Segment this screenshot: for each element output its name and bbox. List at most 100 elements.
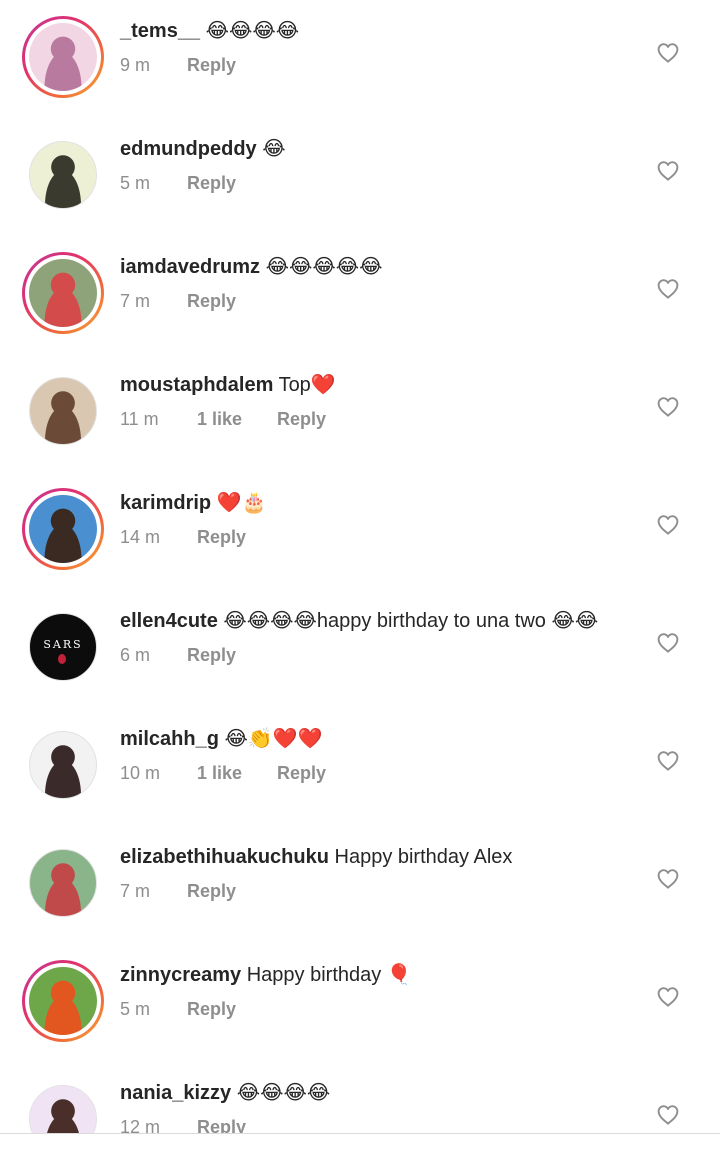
comment-username[interactable]: milcahh_g xyxy=(120,728,219,750)
comment-body: milcahh_g 😂👏❤️❤️ 10 m 1 like Reply xyxy=(120,722,630,790)
comment-timestamp: 12 m xyxy=(120,1117,161,1133)
comment-meta: 9 m Reply xyxy=(120,48,630,82)
comment-text: 😂👏❤️❤️ xyxy=(224,728,323,750)
avatar-inner xyxy=(22,134,104,216)
comment-body: karimdrip ❤️🎂 14 m Reply xyxy=(120,486,630,554)
reply-button[interactable]: Reply xyxy=(187,284,236,318)
like-heart-icon[interactable] xyxy=(656,41,680,65)
avatar-logo-mark xyxy=(58,654,66,664)
avatar-story-ring[interactable] xyxy=(22,16,104,98)
comment-likes-count[interactable]: 1 like xyxy=(197,402,277,436)
comment-line: elizabethihuakuchuku Happy birthday Alex xyxy=(120,840,630,874)
like-heart-icon[interactable] xyxy=(656,749,680,773)
comment-username[interactable]: moustaphdalem xyxy=(120,374,273,396)
comment-body: zinnycreamy Happy birthday 🎈 5 m Reply xyxy=(120,958,630,1026)
comment-body: nania_kizzy 😂😂😂😂 12 m Reply xyxy=(120,1076,630,1133)
comment-body: moustaphdalem Top❤️ 11 m 1 like Reply xyxy=(120,368,630,436)
avatar-story-ring[interactable] xyxy=(22,960,104,1042)
avatar-story-ring[interactable] xyxy=(22,488,104,570)
comment-timestamp: 10 m xyxy=(120,763,161,783)
avatar-frame[interactable] xyxy=(22,370,104,452)
like-heart-icon[interactable] xyxy=(656,867,680,891)
avatar-frame[interactable]: SARS xyxy=(22,606,104,688)
like-heart-icon[interactable] xyxy=(656,277,680,301)
comment-username[interactable]: ellen4cute xyxy=(120,610,218,632)
reply-button[interactable]: Reply xyxy=(187,874,236,908)
comment-row: milcahh_g 😂👏❤️❤️ 10 m 1 like Reply xyxy=(0,708,720,826)
comment-text: Top❤️ xyxy=(278,374,336,396)
comment-username[interactable]: _tems__ xyxy=(120,20,200,42)
comment-timestamp: 9 m xyxy=(120,55,151,75)
avatar-inner xyxy=(25,963,101,1039)
comment-text: ❤️🎂 xyxy=(216,492,267,514)
avatar[interactable]: SARS xyxy=(29,613,97,681)
avatar[interactable] xyxy=(29,495,97,563)
avatar[interactable] xyxy=(29,259,97,327)
comment-line: edmundpeddy 😂 xyxy=(120,132,630,166)
bottom-bar xyxy=(0,1134,720,1153)
like-heart-icon[interactable] xyxy=(656,395,680,419)
like-heart-icon[interactable] xyxy=(656,985,680,1009)
avatar-story-ring[interactable] xyxy=(22,252,104,334)
comment-text: 😂😂😂😂happy birthday to una two 😂😂 xyxy=(223,610,599,632)
avatar[interactable] xyxy=(29,141,97,209)
avatar[interactable] xyxy=(29,967,97,1035)
avatar-frame[interactable] xyxy=(22,1078,104,1133)
comment-line: iamdavedrumz 😂😂😂😂😂 xyxy=(120,250,630,284)
reply-button[interactable]: Reply xyxy=(197,520,246,554)
reply-button[interactable]: Reply xyxy=(187,638,236,672)
avatar-inner: SARS xyxy=(22,606,104,688)
avatar-inner xyxy=(22,842,104,924)
avatar-inner xyxy=(25,491,101,567)
avatar-logo-text: SARS xyxy=(43,638,83,651)
comment-timestamp: 5 m xyxy=(120,173,151,193)
reply-button[interactable]: Reply xyxy=(187,166,236,200)
avatar-frame[interactable] xyxy=(22,724,104,806)
comment-username[interactable]: elizabethihuakuchuku xyxy=(120,846,329,868)
comment-text: 😂😂😂😂 xyxy=(205,20,300,42)
avatar[interactable] xyxy=(29,731,97,799)
comment-timestamp: 11 m xyxy=(120,409,159,429)
comment-username[interactable]: edmundpeddy xyxy=(120,138,257,160)
reply-button[interactable]: Reply xyxy=(187,992,236,1026)
comment-body: edmundpeddy 😂 5 m Reply xyxy=(120,132,630,200)
like-heart-icon[interactable] xyxy=(656,513,680,537)
avatar[interactable] xyxy=(29,849,97,917)
comment-row: zinnycreamy Happy birthday 🎈 5 m Reply xyxy=(0,944,720,1062)
avatar-frame[interactable] xyxy=(22,842,104,924)
avatar-inner xyxy=(22,1078,104,1133)
comment-line: nania_kizzy 😂😂😂😂 xyxy=(120,1076,630,1110)
avatar[interactable] xyxy=(29,1085,97,1133)
comment-meta: 12 m Reply xyxy=(120,1110,630,1133)
comment-timestamp: 6 m xyxy=(120,645,151,665)
comment-text: 😂 xyxy=(262,138,286,160)
reply-button[interactable]: Reply xyxy=(197,1110,246,1133)
comment-likes-count[interactable]: 1 like xyxy=(197,756,277,790)
comment-text: 😂😂😂😂😂 xyxy=(265,256,383,278)
comment-row: iamdavedrumz 😂😂😂😂😂 7 m Reply xyxy=(0,236,720,354)
comment-body: _tems__ 😂😂😂😂 9 m Reply xyxy=(120,14,630,82)
like-heart-icon[interactable] xyxy=(656,631,680,655)
like-heart-icon[interactable] xyxy=(656,1103,680,1127)
comment-meta: 10 m 1 like Reply xyxy=(120,756,630,790)
comment-meta: 11 m 1 like Reply xyxy=(120,402,630,436)
comment-text: Happy birthday 🎈 xyxy=(246,964,412,986)
avatar[interactable] xyxy=(29,377,97,445)
comment-username[interactable]: zinnycreamy xyxy=(120,964,241,986)
avatar[interactable] xyxy=(29,23,97,91)
avatar-frame[interactable] xyxy=(22,134,104,216)
like-heart-icon[interactable] xyxy=(656,159,680,183)
comment-username[interactable]: karimdrip xyxy=(120,492,211,514)
comment-row: SARS ellen4cute 😂😂😂😂happy birthday to una… xyxy=(0,590,720,708)
comment-meta: 14 m Reply xyxy=(120,520,630,554)
reply-button[interactable]: Reply xyxy=(277,756,326,790)
reply-button[interactable]: Reply xyxy=(277,402,326,436)
comment-username[interactable]: iamdavedrumz xyxy=(120,256,260,278)
comment-username[interactable]: nania_kizzy xyxy=(120,1082,231,1104)
comment-text: Happy birthday Alex xyxy=(334,846,513,868)
comment-meta: 5 m Reply xyxy=(120,166,630,200)
reply-button[interactable]: Reply xyxy=(187,48,236,82)
comment-meta: 7 m Reply xyxy=(120,874,630,908)
avatar-inner xyxy=(25,19,101,95)
comment-line: moustaphdalem Top❤️ xyxy=(120,368,630,402)
